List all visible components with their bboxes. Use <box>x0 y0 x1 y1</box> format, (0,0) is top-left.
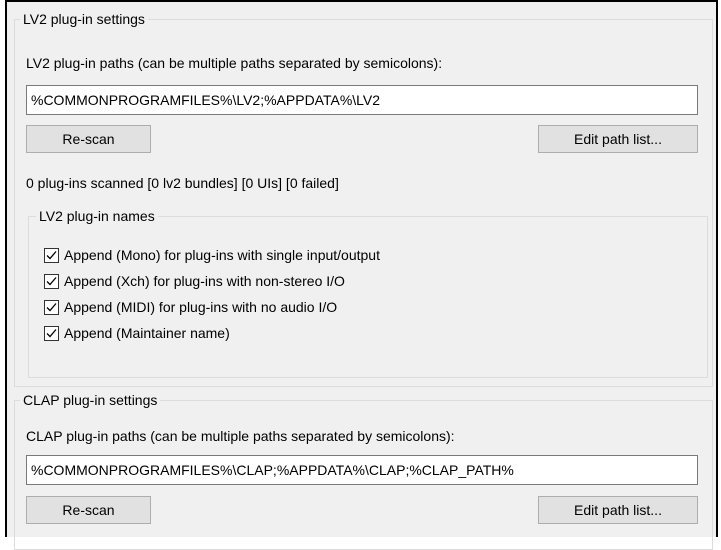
clap-paths-label: CLAP plug-in paths (can be multiple path… <box>26 428 455 444</box>
clap-rescan-button[interactable]: Re-scan <box>26 496 151 524</box>
lv2-paths-input[interactable]: %COMMONPROGRAMFILES%\LV2;%APPDATA%\LV2 <box>26 85 698 115</box>
lv2-scan-status: 0 plug-ins scanned [0 lv2 bundles] [0 UI… <box>26 175 339 191</box>
clap-edit-path-list-button[interactable]: Edit path list... <box>538 496 698 524</box>
append-xch-checkbox[interactable]: Append (Xch) for plug-ins with non-stere… <box>44 271 345 291</box>
checkbox-checked-icon <box>44 299 59 315</box>
append-maintainer-checkbox[interactable]: Append (Maintainer name) <box>44 323 230 343</box>
window-frame-right <box>716 0 718 537</box>
checkbox-checked-icon <box>44 247 59 263</box>
append-xch-label: Append (Xch) for plug-ins with non-stere… <box>64 273 345 289</box>
append-maintainer-label: Append (Maintainer name) <box>64 325 230 341</box>
append-mono-label: Append (Mono) for plug-ins with single i… <box>64 247 380 263</box>
append-midi-label: Append (MIDI) for plug-ins with no audio… <box>64 299 338 315</box>
append-midi-checkbox[interactable]: Append (MIDI) for plug-ins with no audio… <box>44 297 337 317</box>
clap-paths-input[interactable]: %COMMONPROGRAMFILES%\CLAP;%APPDATA%\CLAP… <box>26 455 698 485</box>
preferences-panel: LV2 plug-in settings LV2 plug-in paths (… <box>7 2 716 550</box>
lv2-rescan-button[interactable]: Re-scan <box>26 125 151 153</box>
clap-settings-title: CLAP plug-in settings <box>20 392 161 408</box>
checkbox-checked-icon <box>44 273 59 289</box>
lv2-paths-label: LV2 plug-in paths (can be multiple paths… <box>26 55 443 71</box>
append-mono-checkbox[interactable]: Append (Mono) for plug-ins with single i… <box>44 245 380 265</box>
lv2-names-title: LV2 plug-in names <box>36 208 158 224</box>
lv2-settings-title: LV2 plug-in settings <box>20 11 148 27</box>
lv2-edit-path-list-button[interactable]: Edit path list... <box>538 125 698 153</box>
checkbox-checked-icon <box>44 325 59 341</box>
